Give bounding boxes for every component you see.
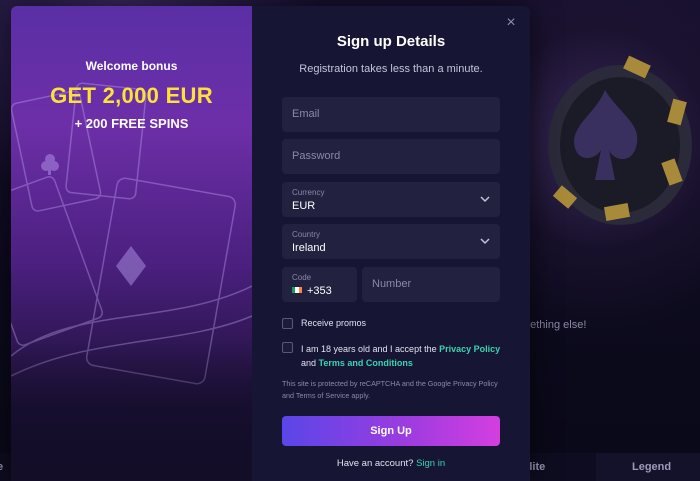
chevron-down-icon (480, 196, 490, 203)
phone-code-select[interactable]: Code +353 (282, 267, 357, 302)
close-icon[interactable]: × (504, 15, 518, 31)
country-value: Ireland (292, 242, 326, 254)
have-account-text: Have an account? (336, 458, 414, 469)
terms-conditions-link[interactable]: Terms and Conditions (319, 358, 413, 368)
terms-label: I am 18 years old and I accept the Priva… (301, 342, 516, 370)
currency-select[interactable]: Currency EUR (282, 182, 500, 217)
signup-modal: Welcome bonus GET 2,000 EUR + 200 FREE S… (11, 6, 530, 481)
terms-prefix: I am 18 years old and I accept the (301, 344, 437, 354)
terms-checkbox[interactable] (282, 342, 293, 353)
phone-number-field[interactable]: Number (362, 267, 500, 302)
currency-value: EUR (292, 200, 316, 212)
free-spins: + 200 FREE SPINS (74, 116, 189, 131)
have-account-row: Have an account? Sign in (252, 458, 530, 469)
privacy-policy-link[interactable]: Privacy Policy (439, 344, 500, 354)
bottom-tab-legend[interactable]: Legend (632, 461, 671, 473)
receive-promos-checkbox[interactable] (282, 318, 293, 329)
code-value: +353 (307, 285, 332, 297)
password-placeholder: Password (292, 150, 341, 162)
password-field[interactable]: Password (282, 139, 500, 174)
ireland-flag-icon (292, 287, 302, 293)
number-placeholder: Number (372, 278, 412, 290)
receive-promos-label: Receive promos (301, 318, 367, 328)
promo-text: Welcome bonus GET 2,000 EUR + 200 FREE S… (11, 6, 252, 131)
sign-in-link[interactable]: Sign in (416, 458, 445, 469)
promo-panel: Welcome bonus GET 2,000 EUR + 200 FREE S… (11, 6, 252, 481)
email-placeholder: Email (292, 108, 320, 120)
promo-fade (11, 341, 252, 481)
code-label: Code (292, 273, 312, 282)
casino-chip-image (548, 55, 692, 225)
bonus-amount: GET 2,000 EUR (50, 83, 213, 108)
country-label: Country (292, 230, 321, 239)
currency-label: Currency (292, 188, 325, 197)
terms-and: and (301, 358, 317, 368)
email-field[interactable]: Email (282, 97, 500, 132)
form-subtitle: Registration takes less than a minute. (299, 63, 483, 75)
sign-up-button[interactable]: Sign Up (282, 416, 500, 446)
chevron-down-icon (480, 238, 490, 245)
signup-form-panel: × Sign up Details Registration takes les… (252, 6, 530, 481)
welcome-bonus-label: Welcome bonus (85, 59, 178, 73)
background-text: nething else! (524, 319, 587, 331)
country-select[interactable]: Country Ireland (282, 224, 500, 259)
form-title: Sign up Details (336, 33, 446, 50)
recaptcha-notice: This site is protected by reCAPTCHA and … (282, 379, 498, 400)
bottom-tab-partial[interactable]: ie (0, 461, 3, 473)
